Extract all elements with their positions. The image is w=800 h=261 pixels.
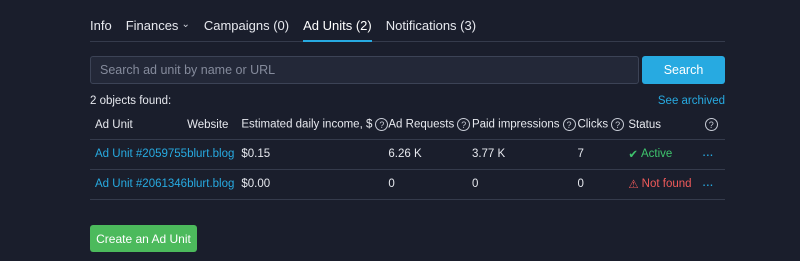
- chevron-down-icon: ⌄: [181, 19, 190, 30]
- requests-value: 6.26 K: [388, 148, 422, 160]
- income-value: $0.15: [241, 148, 271, 160]
- table-row: Ad Unit #2061346 blurt.blog $0.00 0 0 0 …: [90, 169, 725, 200]
- help-icon[interactable]: ?: [562, 118, 576, 132]
- tab-label: Notifications (3): [385, 18, 477, 33]
- header-ad-unit: Ad Unit: [90, 111, 188, 140]
- tab-label: Info: [90, 18, 112, 33]
- header-income: Estimated daily income, $?: [241, 111, 389, 140]
- requests-value: 0: [388, 178, 395, 190]
- income-value: $0.00: [241, 178, 271, 190]
- header-status: Status: [628, 111, 702, 140]
- header-paid-impressions: Paid impressions?: [471, 111, 578, 140]
- tab-label: Campaigns (0): [203, 18, 290, 33]
- ad-units-table: Ad Unit Website Estimated daily income, …: [90, 111, 725, 200]
- results-count: 2 objects found:: [90, 95, 172, 107]
- header-website: Website: [187, 111, 242, 140]
- website-link[interactable]: blurt.blog: [187, 148, 234, 160]
- website-link[interactable]: blurt.blog: [187, 178, 234, 190]
- header-ad-requests: Ad Requests?: [388, 111, 472, 140]
- tab-label: Finances: [125, 18, 179, 33]
- impressions-value: 3.77 K: [471, 148, 506, 160]
- create-ad-unit-button[interactable]: Create an Ad Unit: [90, 225, 197, 252]
- table-row: Ad Unit #2059755 blurt.blog $0.15 6.26 K…: [90, 139, 725, 170]
- tab-info[interactable]: Info: [90, 0, 112, 41]
- impressions-value: 0: [471, 178, 479, 190]
- results-meta: 2 objects found: See archived: [90, 95, 725, 107]
- table-header-row: Ad Unit Website Estimated daily income, …: [90, 111, 725, 140]
- header-help: ?: [701, 111, 725, 140]
- help-icon[interactable]: ?: [375, 118, 389, 132]
- tab-ad-units[interactable]: Ad Units (2): [303, 0, 372, 42]
- row-menu-icon[interactable]: ···: [702, 176, 714, 192]
- check-icon: ✔: [628, 149, 638, 161]
- help-icon[interactable]: ?: [704, 118, 718, 132]
- clicks-value: 0: [577, 178, 584, 190]
- search-button[interactable]: Search: [642, 56, 725, 84]
- ad-unit-link[interactable]: Ad Unit #2061346: [95, 178, 187, 190]
- status-badge: ✔ Active: [628, 148, 673, 161]
- content: Info Finances ⌄ Campaigns (0) Ad Units (2…: [90, 0, 725, 200]
- tab-notifications[interactable]: Notifications (3): [386, 0, 476, 41]
- warning-icon: ⚠: [628, 179, 639, 191]
- tab-label: Ad Units (2): [303, 18, 372, 33]
- tab-bar: Info Finances ⌄ Campaigns (0) Ad Units (2…: [90, 0, 725, 42]
- header-clicks: Clicks?: [577, 111, 629, 140]
- search-bar: Search: [90, 56, 725, 84]
- tab-finances[interactable]: Finances ⌄: [126, 0, 190, 41]
- help-icon[interactable]: ?: [611, 118, 625, 132]
- clicks-value: 7: [577, 148, 584, 160]
- help-icon[interactable]: ?: [457, 118, 471, 132]
- tab-campaigns[interactable]: Campaigns (0): [204, 0, 289, 41]
- ad-unit-link[interactable]: Ad Unit #2059755: [95, 148, 187, 160]
- row-menu-icon[interactable]: ···: [702, 146, 714, 162]
- search-input[interactable]: [90, 56, 639, 84]
- status-badge: ⚠ Not found: [628, 178, 692, 191]
- see-archived-link[interactable]: See archived: [658, 95, 725, 107]
